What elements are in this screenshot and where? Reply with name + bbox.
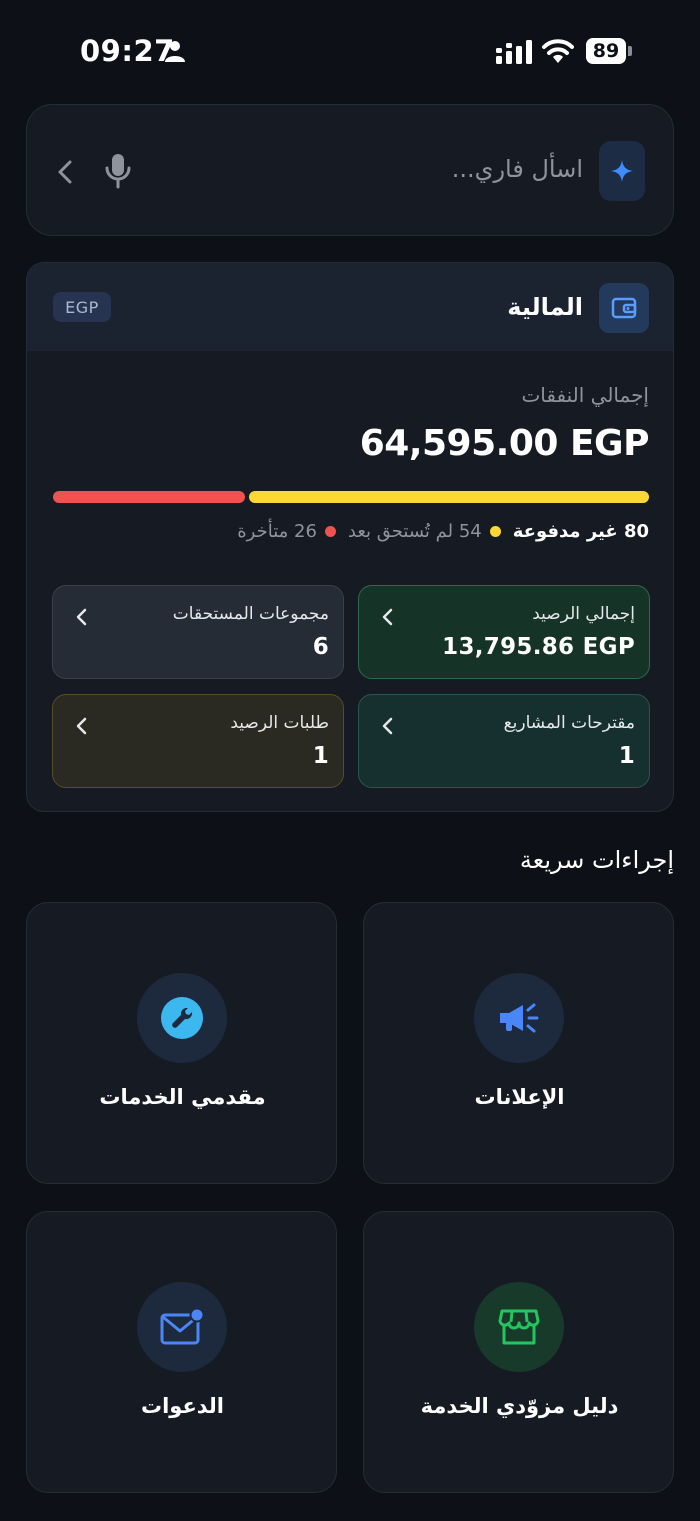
wifi-icon — [542, 39, 574, 63]
dues-groups-tile[interactable]: مجموعات المستحقات 6 — [52, 585, 344, 679]
chevron-left-icon — [382, 717, 393, 735]
overdue-bar — [53, 491, 245, 503]
provider-directory-action[interactable]: دليل مزوّدي الخدمة — [363, 1211, 674, 1493]
total-balance-tile[interactable]: إجمالي الرصيد 13,795.86 EGP — [358, 585, 650, 679]
tile-label: إجمالي الرصيد — [532, 604, 635, 624]
action-label: الدعوات — [140, 1394, 225, 1418]
tile-label: مجموعات المستحقات — [172, 604, 329, 624]
signal-icon — [496, 40, 532, 64]
chevron-left-icon — [382, 608, 393, 626]
mail-icon — [137, 1282, 227, 1372]
total-spend-amount: 64,595.00 EGP — [359, 423, 650, 464]
mic-icon[interactable] — [105, 153, 131, 189]
invitations-action[interactable]: الدعوات — [26, 1211, 337, 1493]
overdue-count: 26 متأخرة — [237, 521, 317, 542]
finance-title: المالية — [507, 293, 583, 321]
chevron-left-icon — [76, 717, 87, 735]
wrench-icon — [137, 973, 227, 1063]
action-label: دليل مزوّدي الخدمة — [420, 1394, 619, 1418]
chevron-left-icon[interactable] — [57, 159, 73, 185]
search-placeholder[interactable]: اسأل فاري... — [452, 155, 583, 183]
not-due-count: 54 لم تُستحق بعد — [347, 521, 482, 542]
service-providers-action[interactable]: مقدمي الخدمات — [26, 902, 337, 1184]
person-icon — [165, 41, 185, 62]
tile-value: 13,795.86 EGP — [442, 634, 635, 660]
tile-value: 1 — [618, 743, 635, 769]
tile-value: 1 — [312, 743, 329, 769]
yellow-dot-icon — [489, 526, 501, 537]
finance-card: المالية EGP إجمالي النفقات 64,595.00 EGP… — [26, 262, 674, 812]
not-due-legend: 54 لم تُستحق بعد — [348, 521, 513, 542]
balance-requests-tile[interactable]: طلبات الرصيد 1 — [52, 694, 344, 788]
quick-actions-title: إجراءات سريعة — [519, 846, 674, 874]
spend-breakdown: 80 غير مدفوعة 54 لم تُستحق بعد 26 متأخرة — [237, 521, 649, 542]
unpaid-count: 80 غير مدفوعة — [512, 521, 649, 542]
ask-assistant-bar[interactable]: اسأل فاري... — [26, 104, 674, 236]
not-due-bar — [249, 491, 649, 503]
red-dot-icon — [324, 526, 336, 537]
currency-badge: EGP — [53, 292, 111, 322]
finance-header: المالية EGP — [27, 263, 673, 351]
megaphone-icon — [474, 973, 564, 1063]
chevron-left-icon — [76, 608, 87, 626]
sparkle-icon — [599, 141, 645, 201]
action-label: مقدمي الخدمات — [99, 1085, 266, 1109]
battery-indicator: 89 — [586, 38, 632, 64]
action-label: الإعلانات — [474, 1085, 565, 1109]
tile-value: 6 — [312, 634, 329, 660]
tile-label: مقترحات المشاريع — [503, 713, 635, 733]
project-proposals-tile[interactable]: مقترحات المشاريع 1 — [358, 694, 650, 788]
store-icon — [474, 1282, 564, 1372]
tile-label: طلبات الرصيد — [230, 713, 329, 733]
overdue-legend: 26 متأخرة — [237, 521, 348, 542]
announcements-action[interactable]: الإعلانات — [363, 902, 674, 1184]
battery-level: 89 — [586, 38, 626, 64]
status-time: 09:27 — [80, 34, 175, 68]
battery-cap — [628, 46, 632, 56]
wallet-icon — [599, 283, 649, 333]
total-spend-label: إجمالي النفقات — [521, 383, 649, 407]
